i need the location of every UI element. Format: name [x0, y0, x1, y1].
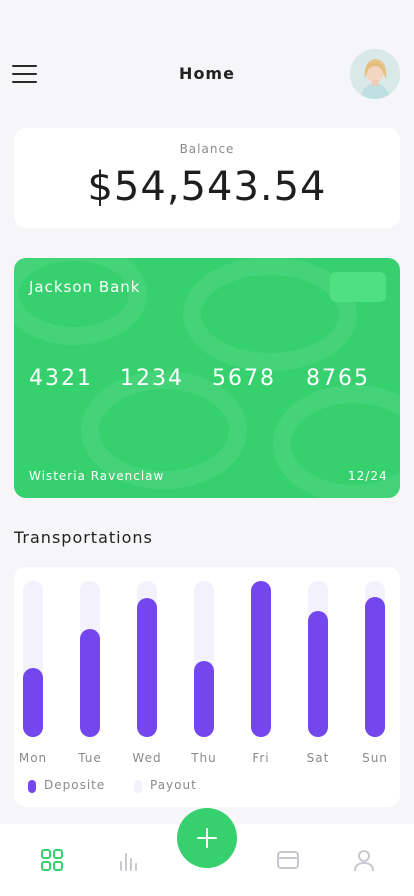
avatar[interactable] — [350, 49, 400, 99]
bar-deposite[interactable] — [23, 668, 43, 737]
legend-swatch — [28, 780, 36, 793]
card-number-group: 8765 — [306, 366, 370, 391]
profile-icon[interactable] — [352, 848, 376, 872]
day-label: Wed — [132, 751, 162, 765]
bar-deposite[interactable] — [137, 598, 157, 737]
day-label: Fri — [252, 751, 270, 765]
day-label: Sun — [362, 751, 388, 765]
card-number-group: 1234 — [120, 366, 184, 391]
bar-deposite[interactable] — [251, 581, 271, 737]
card-number-group: 4321 — [29, 366, 93, 391]
bar-deposite[interactable] — [365, 597, 385, 737]
section-title: Transportations — [14, 528, 153, 547]
grid-icon[interactable] — [40, 848, 64, 872]
card-expiry: 12/24 — [348, 469, 388, 483]
day-label: Tue — [78, 751, 102, 765]
bar-deposite[interactable] — [194, 661, 214, 737]
bank-name: Jackson Bank — [29, 278, 141, 296]
legend-label: Deposite — [44, 778, 106, 792]
balance-card: Balance $54,543.54 — [14, 128, 400, 228]
card-icon[interactable] — [276, 848, 300, 872]
bar-deposite[interactable] — [80, 629, 100, 737]
day-label: Thu — [191, 751, 217, 765]
legend-swatch — [134, 780, 142, 793]
card-chip — [330, 272, 386, 302]
bank-card[interactable]: Jackson Bank 4321 1234 5678 8765 Wisteri… — [14, 258, 400, 498]
day-label: Mon — [18, 751, 48, 765]
add-button[interactable] — [177, 808, 237, 868]
bar-chart-icon[interactable] — [116, 848, 140, 872]
legend-label: Payout — [150, 778, 197, 792]
balance-amount: $54,543.54 — [87, 164, 327, 210]
app-header: Home — [0, 44, 414, 104]
card-holder-name: Wisteria Ravenclaw — [29, 469, 165, 483]
card-number-group: 5678 — [212, 366, 276, 391]
day-label: Sat — [306, 751, 330, 765]
bar-deposite[interactable] — [308, 611, 328, 737]
balance-label: Balance — [179, 142, 235, 156]
transportations-chart: Deposite Payout Mon Tue Wed Thu Fri Sat Sun — [14, 567, 400, 807]
